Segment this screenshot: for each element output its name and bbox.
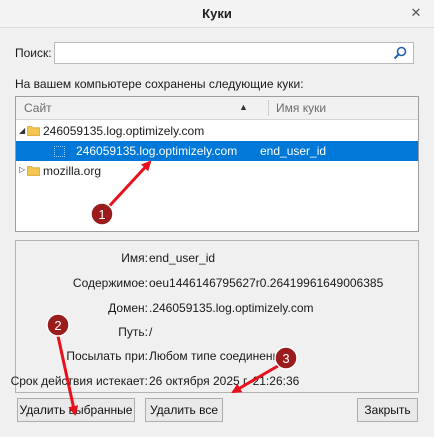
collapsed-arrow-icon[interactable]: ▷	[19, 165, 25, 174]
remove-selected-button[interactable]: Удалить выбранные	[17, 398, 135, 422]
expires-value: 26 октября 2025 г. 21:26:36	[149, 374, 300, 388]
title-bar: Куки ✕	[0, 0, 434, 28]
search-input[interactable]	[59, 44, 393, 64]
tree-header: Сайт ▲ Имя куки	[16, 97, 418, 120]
close-button[interactable]: Закрыть	[357, 398, 418, 422]
content-value: oeu1446146795627r0.26419961649006385	[149, 276, 384, 290]
tree-row-domain[interactable]: ▷ mozilla.org	[16, 161, 418, 181]
column-divider	[268, 100, 269, 116]
search-box[interactable]	[54, 42, 414, 64]
tree-row-site: mozilla.org	[43, 164, 102, 178]
tree-row-site: 246059135.log.optimizely.com	[76, 144, 238, 158]
search-icon[interactable]	[393, 46, 407, 60]
cookie-details-panel: Имя: end_user_id Содержимое: oeu14461467…	[11, 240, 419, 393]
send-for-label: Посылать при:	[66, 349, 148, 363]
cookie-icon	[54, 146, 65, 157]
name-label: Имя:	[121, 251, 148, 265]
path-label: Путь:	[118, 325, 148, 339]
path-value: /	[149, 325, 153, 339]
domain-value: .246059135.log.optimizely.com	[149, 301, 314, 315]
cookies-tree[interactable]: Сайт ▲ Имя куки ◢ 246059135.log.optimize…	[15, 96, 419, 232]
tree-row-cookie-name: end_user_id	[260, 144, 327, 158]
tree-row-cookie[interactable]: 246059135.log.optimizely.com end_user_id	[16, 141, 418, 161]
expanded-arrow-icon[interactable]: ◢	[19, 126, 25, 135]
folder-icon	[27, 166, 40, 176]
folder-icon	[27, 126, 40, 136]
tree-row-domain[interactable]: ◢ 246059135.log.optimizely.com	[16, 121, 418, 141]
tree-row-site: 246059135.log.optimizely.com	[43, 124, 205, 138]
expires-label: Срок действия истекает:	[10, 374, 148, 388]
column-site[interactable]: Сайт	[24, 101, 52, 115]
send-for-value: Любом типе соединения	[149, 349, 286, 363]
close-icon[interactable]: ✕	[404, 2, 428, 24]
search-label: Поиск:	[15, 46, 52, 60]
window-title: Куки	[202, 6, 232, 21]
column-cookie-name[interactable]: Имя куки	[276, 101, 326, 115]
sort-ascending-icon: ▲	[239, 102, 248, 112]
name-value: end_user_id	[149, 251, 216, 265]
cookies-info-text: На вашем компьютере сохранены следующие …	[15, 77, 304, 91]
remove-all-button[interactable]: Удалить все	[145, 398, 223, 422]
domain-label: Домен:	[108, 301, 148, 315]
content-label: Содержимое:	[72, 276, 148, 290]
